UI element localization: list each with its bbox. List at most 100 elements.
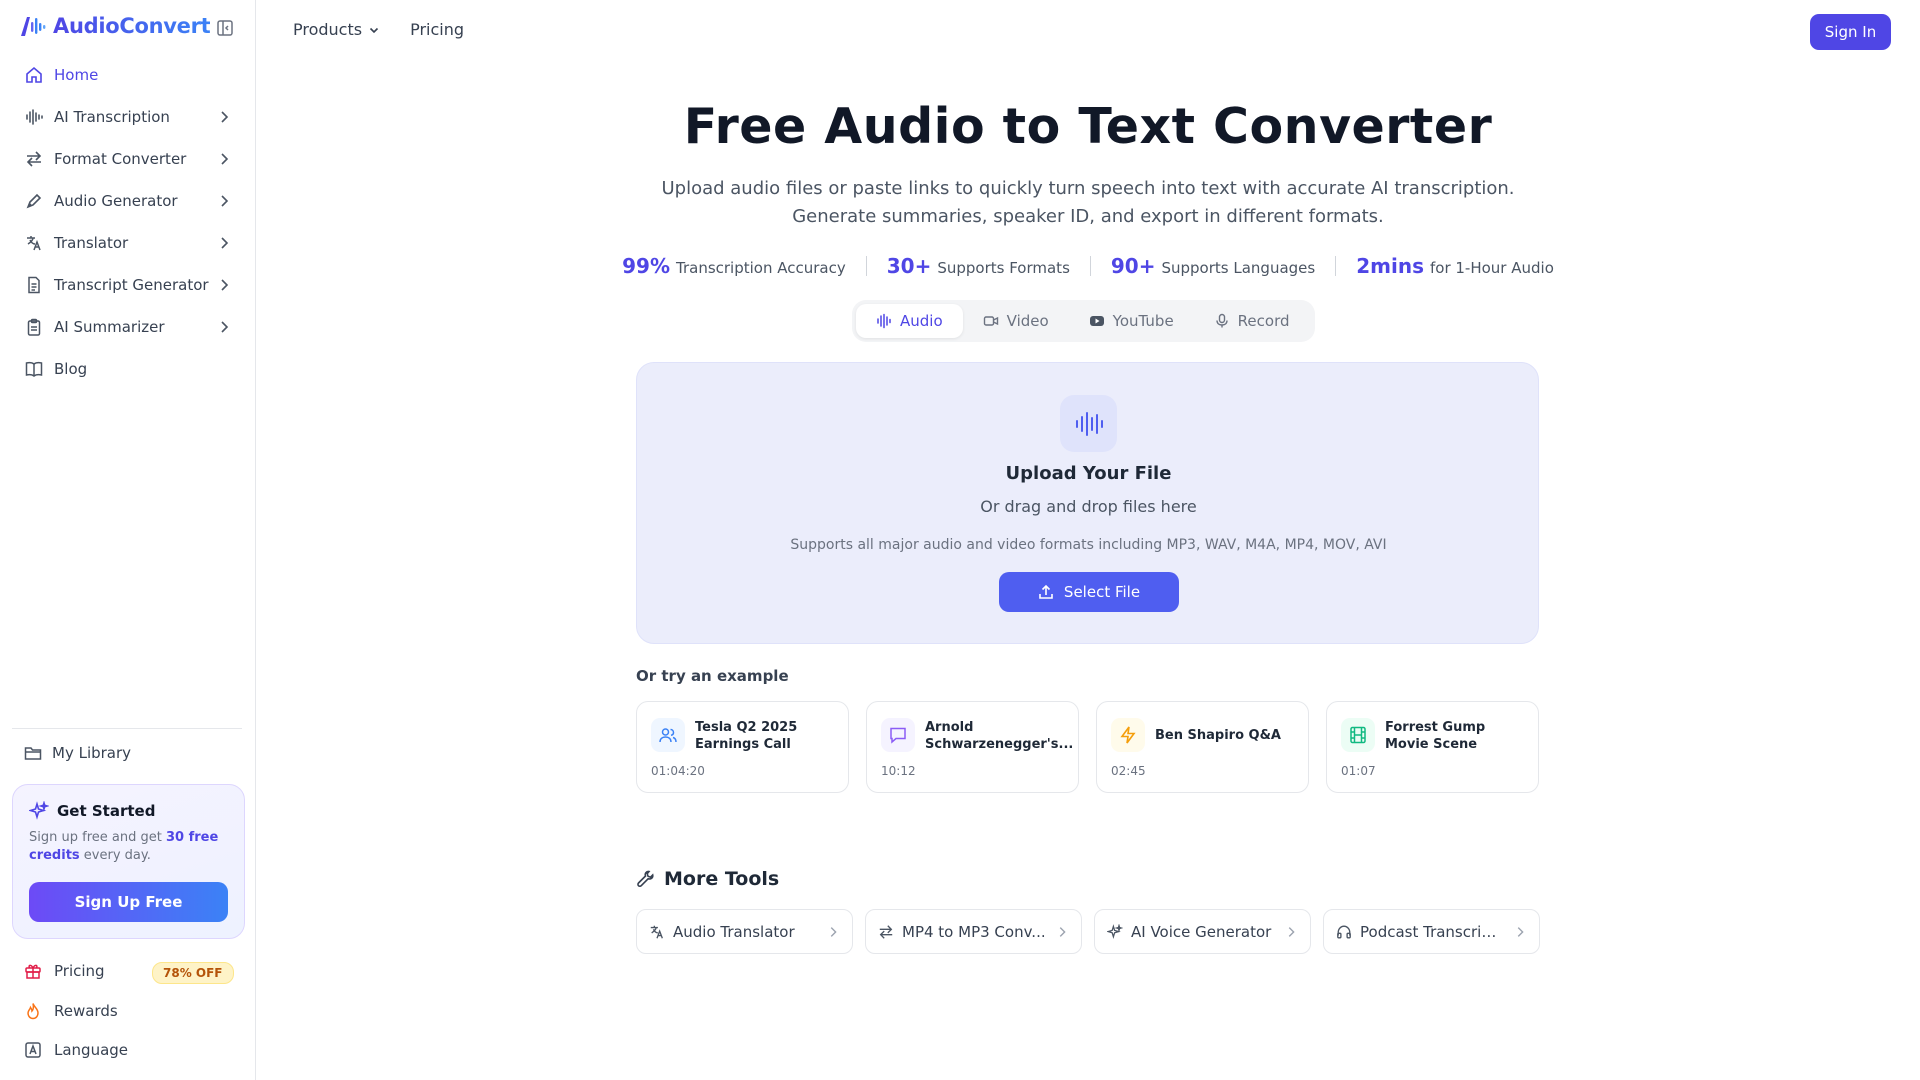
document-icon [24, 275, 44, 295]
waveform-icon [877, 313, 891, 329]
top-nav: Products Pricing [293, 20, 464, 39]
more-tools-label: More Tools [664, 868, 780, 890]
arrows-swap-icon [24, 149, 44, 169]
products-dropdown[interactable]: Products [293, 20, 380, 39]
sidebar-item-audio-generator[interactable]: Audio Generator [14, 180, 242, 222]
tool-podcast-transcription[interactable]: Podcast Transcrip... [1323, 909, 1540, 954]
example-duration: 02:45 [1111, 764, 1146, 778]
sidebar-item-language[interactable]: Language [24, 1041, 128, 1059]
chevron-right-icon [1517, 926, 1524, 937]
video-camera-icon [983, 316, 998, 326]
promo-title-row: Get Started [29, 801, 228, 821]
stat-languages: 90+ Supports Languages [1091, 254, 1335, 278]
sidebar-item-home[interactable]: Home [14, 54, 242, 96]
products-label: Products [293, 20, 363, 39]
stat-label: Supports Formats [937, 259, 1070, 277]
example-card[interactable]: Ben Shapiro Q&A 02:45 [1096, 701, 1309, 793]
stat-label: for 1-Hour Audio [1429, 259, 1554, 277]
promo-title: Get Started [57, 802, 156, 820]
select-file-label: Select File [1063, 583, 1141, 601]
tool-label: AI Voice Generator [1131, 922, 1272, 941]
tab-audio[interactable]: Audio [856, 304, 963, 338]
stat-speed: 2mins for 1-Hour Audio [1336, 254, 1574, 278]
sidebar-item-ai-transcription[interactable]: AI Transcription [14, 96, 242, 138]
tab-label: Video [1006, 312, 1049, 330]
more-tools-heading: More Tools [636, 868, 779, 890]
example-duration: 01:04:20 [651, 764, 705, 778]
examples-list: Tesla Q2 2025 Earnings Call 01:04:20 Arn… [636, 701, 1539, 793]
promo-text: Sign up free and get 30 free credits eve… [29, 829, 228, 865]
page-subtitle: Upload audio files or paste links to qui… [256, 175, 1920, 231]
film-icon [1341, 718, 1375, 752]
promo-text-after: every day. [79, 848, 151, 863]
sidebar-item-transcript-generator[interactable]: Transcript Generator [14, 264, 242, 306]
sidebar-nav: Home AI Transcription Format Converter A… [14, 54, 242, 390]
sidebar-item-ai-summarizer[interactable]: AI Summarizer [14, 306, 242, 348]
subtitle-line-1: Upload audio files or paste links to qui… [661, 178, 1515, 199]
tab-youtube[interactable]: YouTube [1069, 304, 1194, 338]
example-card[interactable]: Arnold Schwarzenegger's... 10:12 [866, 701, 1079, 793]
sidebar-item-label: Translator [54, 234, 129, 252]
tool-label: Podcast Transcrip... [1360, 922, 1505, 941]
more-tools-list: Audio Translator MP4 to MP3 Conv... AI V… [636, 909, 1540, 954]
get-started-card: Get Started Sign up free and get 30 free… [12, 784, 245, 939]
input-type-tabs: Audio Video YouTube Record [852, 300, 1315, 342]
chevron-right-icon [221, 321, 229, 333]
brand-logo[interactable]: AudioConvert [19, 14, 211, 38]
sign-up-free-button[interactable]: Sign Up Free [29, 882, 228, 922]
gift-icon [25, 964, 41, 979]
tool-ai-voice-generator[interactable]: AI Voice Generator [1094, 909, 1311, 954]
sparkle-icon [29, 801, 49, 820]
chevron-right-icon [221, 195, 229, 207]
sidebar-item-pricing[interactable]: Pricing [24, 962, 105, 980]
example-card[interactable]: Forrest Gump Movie Scene 01:07 [1326, 701, 1539, 793]
sidebar: AudioConvert Home AI Transcription Forma… [0, 0, 256, 1080]
users-icon [651, 718, 685, 752]
sidebar-item-translator[interactable]: Translator [14, 222, 242, 264]
stat-number: 90+ [1110, 254, 1156, 278]
upload-dropzone[interactable]: Upload Your File Or drag and drop files … [636, 362, 1539, 644]
translate-icon [650, 925, 663, 938]
example-card[interactable]: Tesla Q2 2025 Earnings Call 01:04:20 [636, 701, 849, 793]
example-title: Forrest Gump Movie Scene [1385, 720, 1486, 752]
sign-in-button[interactable]: Sign In [1810, 14, 1891, 50]
tab-record[interactable]: Record [1194, 304, 1310, 338]
sidebar-item-label: Audio Generator [54, 192, 178, 210]
chevron-right-icon [221, 153, 229, 165]
sidebar-item-format-converter[interactable]: Format Converter [14, 138, 242, 180]
tab-label: YouTube [1112, 312, 1174, 330]
sidebar-item-blog[interactable]: Blog [14, 348, 242, 390]
upload-waveform-icon [1060, 395, 1117, 452]
library-label: My Library [52, 744, 132, 762]
sidebar-item-label: AI Summarizer [54, 318, 165, 336]
sparkle-icon [1107, 923, 1123, 939]
translate-icon [24, 233, 44, 253]
stat-formats: 30+ Supports Formats [867, 254, 1090, 278]
tab-label: Record [1237, 312, 1290, 330]
flame-icon [27, 1003, 39, 1020]
tab-label: Audio [900, 312, 943, 330]
select-file-button[interactable]: Select File [999, 572, 1179, 612]
pricing-label: Pricing [54, 962, 105, 980]
example-title: Tesla Q2 2025 Earnings Call [695, 720, 798, 752]
tool-audio-translator[interactable]: Audio Translator [636, 909, 853, 954]
nav-link-pricing[interactable]: Pricing [410, 20, 464, 39]
tab-video[interactable]: Video [963, 304, 1069, 338]
sidebar-item-label: Transcript Generator [54, 276, 209, 294]
tool-mp4-to-mp3[interactable]: MP4 to MP3 Conv... [865, 909, 1082, 954]
discount-badge: 78% OFF [152, 962, 234, 984]
wrench-icon [637, 870, 654, 888]
rewards-label: Rewards [54, 1002, 118, 1020]
sidebar-collapse-button[interactable] [215, 18, 235, 38]
examples-heading: Or try an example [636, 667, 789, 685]
stats-row: 99% Transcription Accuracy 30+ Supports Fo… [256, 254, 1920, 278]
language-icon [25, 1042, 41, 1058]
sidebar-item-rewards[interactable]: Rewards [24, 1002, 118, 1020]
logo-icon [21, 17, 46, 36]
folder-icon [24, 747, 42, 760]
chat-bubble-icon [881, 718, 915, 752]
stat-number: 99% [622, 254, 670, 278]
sidebar-item-my-library[interactable]: My Library [24, 744, 131, 762]
tool-label: Audio Translator [673, 922, 795, 941]
sidebar-divider [12, 728, 242, 729]
